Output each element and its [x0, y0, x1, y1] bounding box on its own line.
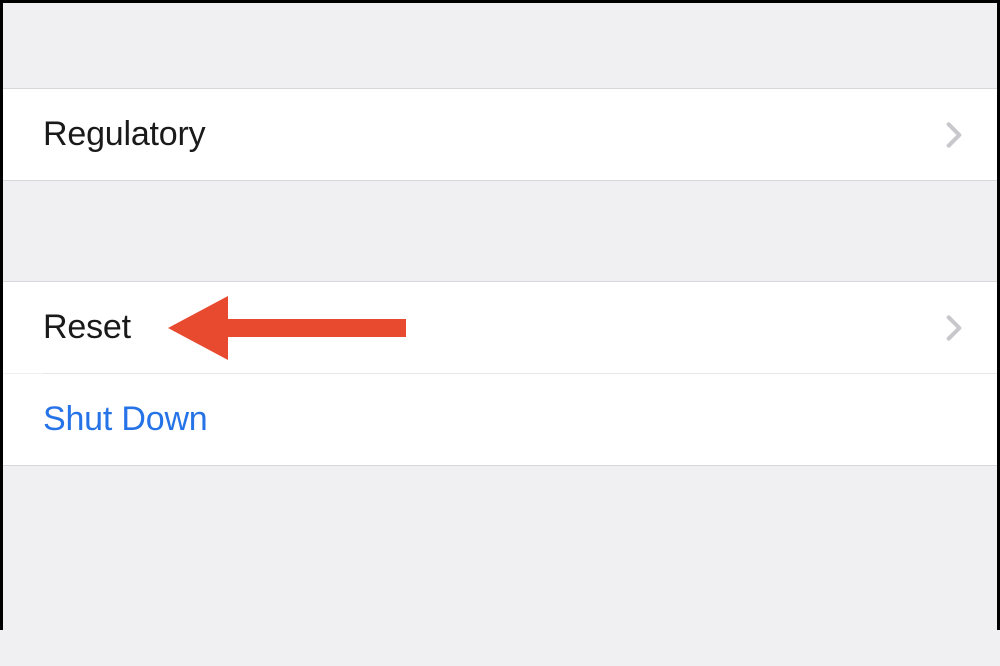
- settings-row-shutdown[interactable]: Shut Down: [3, 374, 997, 465]
- chevron-right-icon: [946, 121, 962, 149]
- chevron-right-icon: [946, 314, 962, 342]
- row-label: Reset: [43, 308, 131, 347]
- annotation-arrow-icon: [168, 292, 408, 364]
- spacer: [3, 466, 997, 666]
- row-label: Shut Down: [43, 400, 208, 439]
- row-label: Regulatory: [43, 115, 205, 154]
- spacer: [3, 3, 997, 88]
- settings-row-regulatory[interactable]: Regulatory: [3, 89, 997, 180]
- settings-row-reset[interactable]: Reset: [3, 282, 997, 373]
- spacer: [3, 181, 997, 281]
